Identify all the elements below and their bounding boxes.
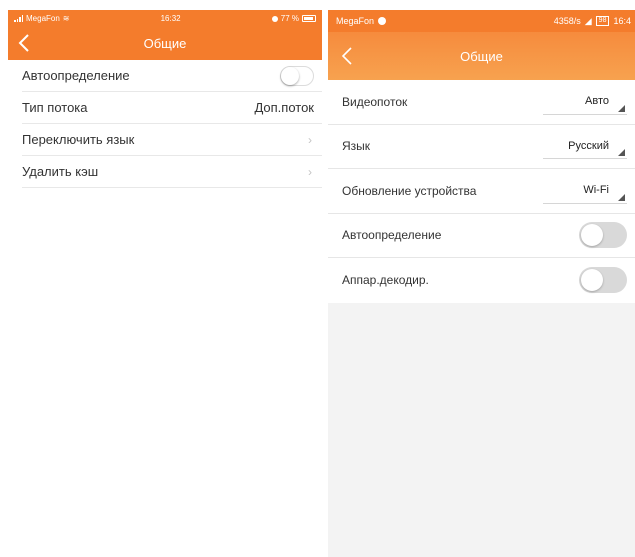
dropdown-arrow-icon <box>618 149 625 157</box>
dropdown-arrow-icon <box>618 193 625 201</box>
back-arrow-icon[interactable] <box>340 46 354 66</box>
android-settings-list: Видеопоток Авто Язык Русский Обновление … <box>328 80 635 303</box>
setting-label: Язык <box>342 139 371 154</box>
network-speed: 4358/s <box>553 16 581 26</box>
setting-switch-language[interactable]: Переключить язык › <box>22 124 322 156</box>
notification-icon <box>378 17 387 25</box>
setting-label: Обновление устройства <box>342 183 477 198</box>
device-update-dropdown[interactable]: Wi-Fi <box>543 178 627 204</box>
chevron-right-icon: › <box>308 132 312 147</box>
carrier-name: MegaFon <box>26 14 60 23</box>
back-arrow-icon[interactable] <box>16 33 34 53</box>
language-dropdown[interactable]: Русский <box>543 133 627 160</box>
dropdown-arrow-icon <box>618 104 625 112</box>
setting-device-update: Обновление устройства Wi-Fi <box>328 169 635 214</box>
setting-hardware-decoding: Аппар.декодир. <box>328 258 635 303</box>
battery-percent: 77 % <box>280 14 299 23</box>
setting-label: Видеопоток <box>342 94 408 109</box>
ios-status-bar: MegaFon ≋ 16:32 77 % <box>8 10 322 27</box>
signal-icon <box>14 15 23 22</box>
ios-settings-list: Автоопределение Тип потока Доп.поток Пер… <box>8 60 322 188</box>
setting-clear-cache[interactable]: Удалить кэш › <box>22 156 322 188</box>
setting-label: Переключить язык <box>22 132 135 147</box>
auto-detect-toggle[interactable] <box>280 65 314 86</box>
android-status-bar: MegaFon 4358/s ◢ 98 16:4 <box>328 10 635 32</box>
battery-icon <box>301 15 316 22</box>
dropdown-value: Wi-Fi <box>583 184 609 197</box>
setting-label: Автоопределение <box>342 228 442 243</box>
setting-label: Аппар.декодир. <box>342 273 429 288</box>
carrier-name: MegaFon <box>336 16 375 26</box>
moon-icon <box>271 15 278 22</box>
setting-video-stream: Видеопоток Авто <box>328 80 635 125</box>
android-nav-bar: Общие <box>328 32 635 80</box>
setting-stream-type[interactable]: Тип потока Доп.поток <box>22 92 322 124</box>
setting-auto-detect: Автоопределение <box>22 60 322 92</box>
hardware-decoding-toggle[interactable] <box>579 267 627 294</box>
chevron-right-icon: › <box>308 164 312 179</box>
dropdown-value: Русский <box>568 139 609 152</box>
setting-label: Тип потока <box>22 100 88 115</box>
status-time: 16:4 <box>613 16 631 26</box>
auto-detect-toggle[interactable] <box>579 222 627 249</box>
setting-label: Автоопределение <box>22 68 130 83</box>
wifi-icon: ≋ <box>62 14 70 23</box>
status-time: 16:32 <box>160 14 181 23</box>
page-title: Общие <box>460 48 503 64</box>
setting-auto-detect: Автоопределение <box>328 214 635 258</box>
setting-label: Удалить кэш <box>22 164 99 179</box>
stream-type-value: Доп.поток <box>254 100 314 115</box>
signal-icon: ◢ <box>584 15 592 26</box>
page-title: Общие <box>143 36 187 51</box>
android-screen: MegaFon 4358/s ◢ 98 16:4 Общие Видеопото… <box>328 10 635 557</box>
ios-screen: MegaFon ≋ 16:32 77 % Общие Автоопределен… <box>8 10 322 557</box>
ios-nav-bar: Общие <box>8 27 322 60</box>
video-stream-dropdown[interactable]: Авто <box>543 89 627 115</box>
battery-icon: 98 <box>595 16 610 26</box>
setting-language: Язык Русский <box>328 125 635 169</box>
dropdown-value: Авто <box>585 95 609 108</box>
